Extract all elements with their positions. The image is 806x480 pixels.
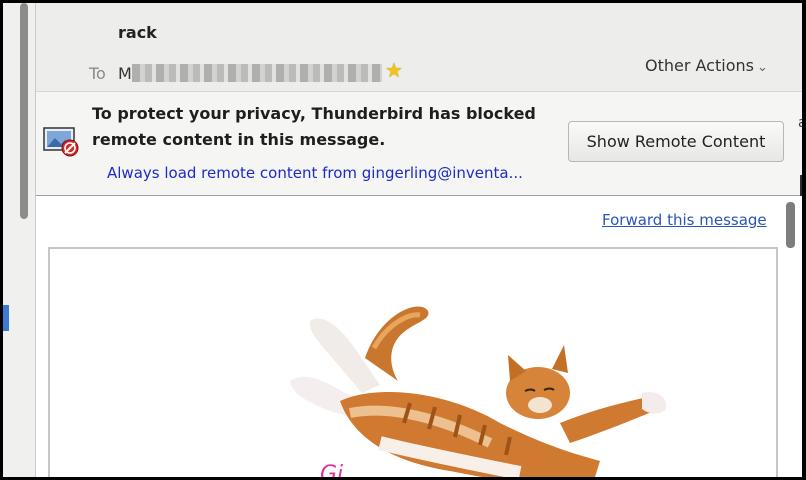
forward-message-link[interactable]: Forward this message (602, 211, 767, 229)
to-label: To (89, 64, 106, 83)
recipient-redacted (132, 64, 382, 82)
newsletter-title-fragment: Gi (320, 462, 344, 480)
message-body: Forward this message Gi (36, 196, 802, 480)
edge-text: a (798, 115, 806, 131)
always-load-remote-link[interactable]: Always load remote content from gingerli… (107, 164, 523, 182)
show-remote-content-button[interactable]: Show Remote Content (568, 121, 784, 162)
selection-accent (3, 305, 9, 331)
chevron-down-icon: ⌄ (756, 60, 768, 75)
privacy-message: To protect your privacy, Thunderbird has… (92, 104, 536, 149)
outer-scrollbar-thumb[interactable] (20, 3, 28, 219)
blocked-image-icon (43, 127, 79, 157)
remote-content-notification: To protect your privacy, Thunderbird has… (36, 92, 802, 196)
cat-image (290, 306, 667, 477)
other-actions-label: Other Actions (645, 56, 754, 75)
email-content-frame: Gi (48, 247, 778, 480)
message-header: rack To M ★ Other Actions ⌄ (36, 3, 802, 92)
star-icon[interactable]: ★ (385, 58, 403, 82)
left-sidebar-strip (3, 3, 36, 477)
other-actions-button[interactable]: Other Actions ⌄ (645, 56, 768, 75)
message-subject: rack (118, 23, 157, 42)
thunderbird-message-pane: rack To M ★ Other Actions ⌄ To protect yo… (0, 0, 806, 480)
message-scrollbar-thumb[interactable] (786, 202, 795, 248)
to-recipient[interactable]: M (118, 64, 132, 83)
